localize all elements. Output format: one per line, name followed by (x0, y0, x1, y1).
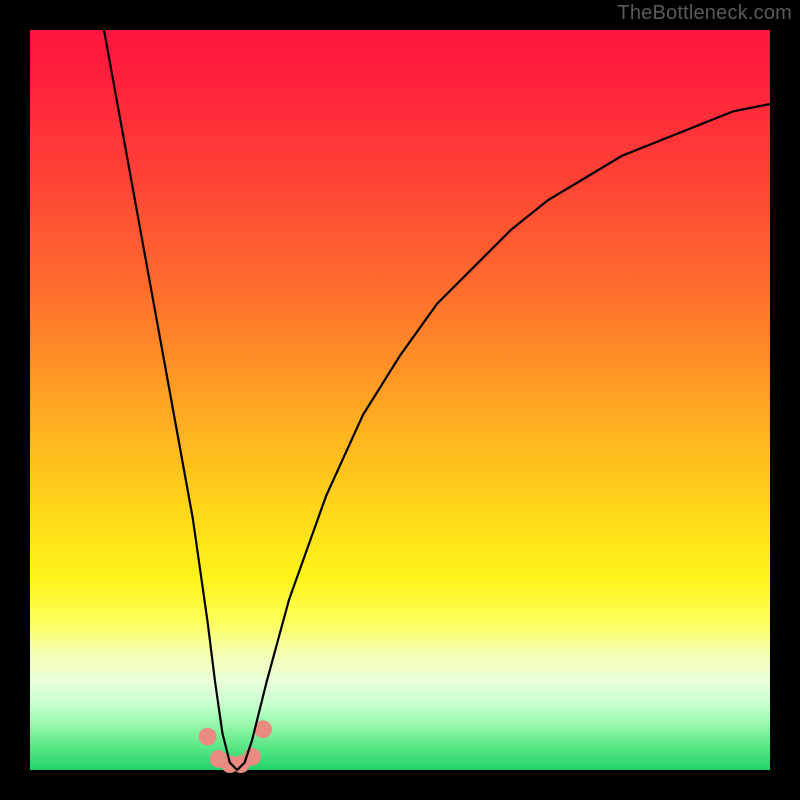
bottleneck-curve (104, 30, 770, 770)
watermark-text: TheBottleneck.com (617, 2, 792, 25)
marker-dot (199, 728, 217, 746)
plot-area (30, 30, 770, 770)
curve-svg (30, 30, 770, 770)
marker-cluster (199, 720, 272, 773)
chart-frame: TheBottleneck.com (0, 0, 800, 800)
